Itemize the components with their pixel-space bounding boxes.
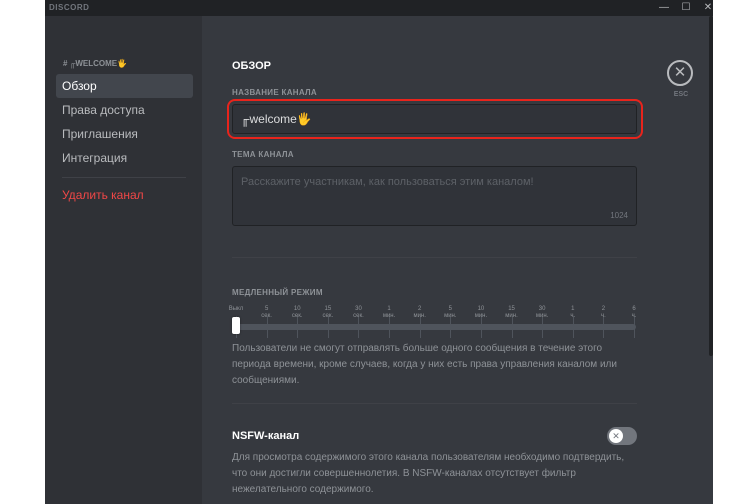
- slider-tick-label: 30 сек.: [353, 306, 364, 319]
- channel-topic-input[interactable]: Расскажите участникам, как пользоваться …: [232, 166, 637, 226]
- slider-tick-label: 1 ч.: [570, 306, 576, 319]
- nsfw-title: NSFW-канал: [232, 430, 300, 442]
- nsfw-toggle[interactable]: ✕: [607, 427, 637, 445]
- section-divider: [232, 257, 637, 258]
- slider-tick-label: 30 мин.: [535, 306, 549, 319]
- scrollbar[interactable]: [709, 16, 713, 356]
- slowmode-slider-track[interactable]: [236, 324, 636, 330]
- sidebar-item-integrations[interactable]: Интеграция: [56, 146, 193, 170]
- nsfw-description: Для просмотра содержимого этого канала п…: [232, 452, 625, 495]
- delete-channel-button[interactable]: Удалить канал: [56, 183, 193, 207]
- channel-topic-label: ТЕМА КАНАЛА: [232, 150, 294, 159]
- sidebar-divider: [62, 177, 186, 178]
- close-window-button[interactable]: ✕: [697, 1, 713, 15]
- slider-tick-label: 10 мин.: [474, 306, 488, 319]
- channel-name-label: НАЗВАНИЕ КАНАЛА: [232, 88, 318, 97]
- section-divider: [232, 403, 637, 404]
- highlight-annotation: [227, 99, 643, 139]
- esc-label: ESC: [673, 91, 689, 98]
- slowmode-slider-handle[interactable]: [232, 317, 240, 334]
- minimize-button[interactable]: —: [653, 1, 675, 15]
- sidebar-item-overview[interactable]: Обзор: [56, 74, 193, 98]
- slider-tick-label: 5 мин.: [444, 306, 457, 319]
- slider-tick-label: 10 сек.: [291, 306, 303, 319]
- settings-sidebar: # ╓WELCOME🖐 Обзор Права доступа Приглаше…: [45, 16, 202, 504]
- slider-tick-label: 2 ч.: [600, 306, 606, 319]
- sidebar-item-invites[interactable]: Приглашения: [56, 122, 193, 146]
- slider-tick-label: 15 мин.: [505, 306, 518, 319]
- slider-tick-label: 2 мин.: [413, 306, 426, 319]
- titlebar: DISCORD — ☐ ✕: [45, 0, 713, 16]
- slider-tick-label: Выкл: [228, 306, 244, 312]
- page-title: ОБЗОР: [232, 60, 271, 72]
- sidebar-item-permissions[interactable]: Права доступа: [56, 98, 193, 122]
- sidebar-channel-header: # ╓WELCOME🖐: [63, 59, 128, 68]
- slider-tick-label: 5 сек.: [261, 306, 272, 319]
- slider-tick-label: 1 мин.: [382, 306, 396, 319]
- toggle-off-icon: ✕: [609, 429, 623, 443]
- topic-char-counter: 1024: [610, 211, 628, 220]
- slowmode-label: МЕДЛЕННЫЙ РЕЖИМ: [232, 288, 323, 297]
- slider-tick-label: 6 ч.: [631, 306, 637, 319]
- settings-content: ОБЗОР НАЗВАНИЕ КАНАЛА ╓welcome🖐 ТЕМА КАН…: [202, 16, 713, 504]
- app-name: DISCORD: [49, 3, 90, 12]
- slowmode-description: Пользователи не смогут отправлять больше…: [232, 343, 617, 386]
- discord-window: DISCORD — ☐ ✕ # ╓WELCOME🖐 Обзор Права до…: [45, 0, 713, 504]
- topic-placeholder: Расскажите участникам, как пользоваться …: [241, 176, 534, 188]
- close-icon[interactable]: ✕: [667, 60, 693, 86]
- slider-tick-label: 15 сек.: [322, 306, 334, 319]
- maximize-button[interactable]: ☐: [675, 1, 697, 15]
